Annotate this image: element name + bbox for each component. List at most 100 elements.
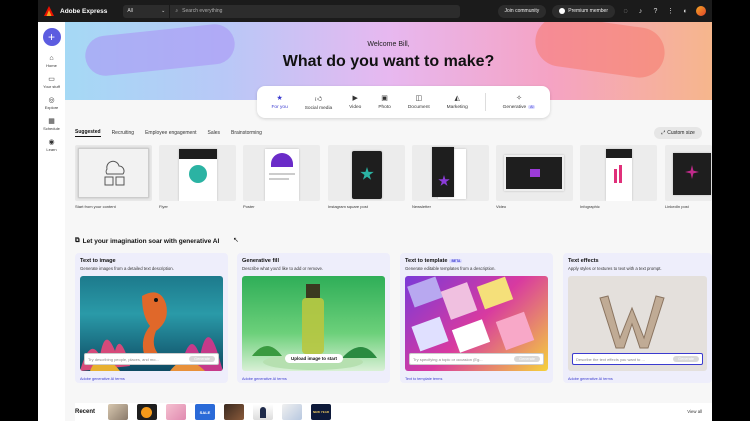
- premium-member-label: Premium member: [568, 8, 608, 14]
- generate-button[interactable]: Generate: [514, 356, 540, 362]
- template-card[interactable]: Infographic: [580, 145, 657, 209]
- toggle-icon[interactable]: ◐: [681, 7, 690, 16]
- tab-generative[interactable]: ✧ Generative AI: [503, 94, 536, 110]
- view-all-link[interactable]: View all: [687, 409, 702, 414]
- avatar[interactable]: [696, 6, 706, 16]
- help-icon[interactable]: ?: [651, 7, 660, 16]
- rail-item-label: Your stuff: [43, 84, 60, 89]
- prompt-placeholder: Try specifying a topic or occasion (Eg..…: [413, 356, 483, 362]
- genai-card-text-to-template[interactable]: Text to template BETA Generate editable t…: [400, 253, 553, 383]
- bulb-icon: ◉: [48, 139, 55, 146]
- create-new-button[interactable]: +: [42, 28, 61, 46]
- category-bar: ★ For you 👍︎ Social media ▶ Video ▣ Phot…: [257, 86, 550, 118]
- top-bar: Adobe Express All ⌄ ⌕ Search everything …: [38, 0, 712, 22]
- sparkle-icon: ✧: [516, 95, 522, 102]
- template-label: Newsletter: [412, 204, 431, 209]
- card-image-text-effect: Describe the text effects you want to ..…: [568, 276, 707, 371]
- template-preview: [243, 145, 320, 201]
- text-to-template-prompt-input[interactable]: Try specifying a topic or occasion (Eg..…: [409, 353, 544, 365]
- tab-photo[interactable]: ▣ Photo: [378, 94, 391, 110]
- bell-icon[interactable]: ♪: [636, 7, 645, 16]
- thumbs-up-icon: 👍︎: [314, 95, 323, 103]
- rail-item-learn[interactable]: ◉ Learn: [46, 138, 56, 152]
- terms-link[interactable]: Adobe generative AI terms: [568, 377, 613, 381]
- recent-thumb[interactable]: [224, 404, 244, 420]
- custom-size-button[interactable]: ⤢ Custom size: [654, 127, 702, 139]
- genai-card-text-to-image[interactable]: Text to image Generate images from a det…: [75, 253, 228, 383]
- card-image-templates: Try specifying a topic or occasion (Eg..…: [405, 276, 548, 371]
- adobe-logo-icon[interactable]: [44, 6, 54, 16]
- recent-thumb[interactable]: [137, 404, 157, 420]
- recent-thumb[interactable]: [253, 404, 273, 420]
- template-preview: [665, 145, 712, 201]
- recent-thumb[interactable]: NEW YEAR: [311, 404, 331, 420]
- play-icon: ▶: [352, 95, 358, 102]
- card-image-bottle: Upload image to start: [242, 276, 385, 371]
- prompt-placeholder: Describe the text effects you want to ..…: [576, 356, 645, 362]
- tab-marketing[interactable]: ◭ Marketing: [447, 94, 468, 110]
- generate-button[interactable]: Generate: [673, 356, 699, 362]
- filter-tab-employee-engagement[interactable]: Employee engagement: [145, 130, 196, 136]
- terms-link[interactable]: Adobe generative AI terms: [80, 377, 125, 381]
- tab-document[interactable]: ◫ Document: [408, 94, 430, 110]
- recent-thumb[interactable]: [108, 404, 128, 420]
- recent-thumb-text: NEW YEAR: [312, 410, 330, 414]
- tab-video[interactable]: ▶ Video: [349, 94, 361, 110]
- rail-item-home[interactable]: ⌂ Home: [46, 55, 57, 68]
- text-to-image-prompt-input[interactable]: Try describing people, places, and mo...…: [84, 353, 219, 365]
- template-card[interactable]: Start from your content: [75, 145, 152, 209]
- card-description: Describe what you'd like to add or remov…: [242, 266, 324, 271]
- template-card[interactable]: Instagram square post: [328, 145, 405, 209]
- star-icon: ★: [276, 95, 283, 102]
- filter-tabs: Suggested Recruiting Employee engagement…: [75, 129, 262, 137]
- template-card[interactable]: Flyer: [159, 145, 236, 209]
- filter-tab-sales[interactable]: Sales: [208, 130, 221, 136]
- search-input[interactable]: ⌕ Search everything: [170, 4, 461, 18]
- text-effects-prompt-input[interactable]: Describe the text effects you want to ..…: [572, 353, 703, 365]
- chat-icon[interactable]: ◌: [621, 7, 630, 16]
- upload-image-button[interactable]: Upload image to start: [285, 354, 344, 363]
- terms-link[interactable]: Text to template terms: [405, 377, 442, 381]
- custom-size-label: Custom size: [667, 130, 695, 136]
- template-card[interactable]: LinkedIn post: [665, 145, 712, 209]
- rail-item-schedule[interactable]: ▦ Schedule: [43, 117, 60, 131]
- template-card[interactable]: Poster: [243, 145, 320, 209]
- recent-thumb-text: SALE: [199, 409, 211, 415]
- search-icon: ⌕: [175, 8, 179, 14]
- recent-thumb[interactable]: SALE: [195, 404, 215, 420]
- premium-member-button[interactable]: Premium member: [552, 4, 615, 18]
- tab-for-you[interactable]: ★ For you: [271, 94, 287, 110]
- template-label: Video: [496, 204, 507, 209]
- template-preview: [75, 145, 152, 201]
- generate-button[interactable]: Generate: [189, 356, 215, 362]
- card-description: Generate images from a detailed text des…: [80, 266, 174, 271]
- rail-item-label: Learn: [46, 147, 57, 152]
- terms-link[interactable]: Adobe generative AI terms: [242, 377, 287, 381]
- template-card[interactable]: Newsletter: [412, 145, 489, 209]
- apps-grid-icon[interactable]: ⋮: [666, 7, 675, 16]
- upload-cloud-icon: [104, 160, 125, 186]
- search-scope-select[interactable]: All ⌄: [123, 4, 170, 18]
- join-community-button[interactable]: Join community: [497, 4, 547, 18]
- tab-social-media[interactable]: 👍︎ Social media: [305, 94, 332, 111]
- template-preview: [412, 145, 489, 201]
- rail-item-your-stuff[interactable]: ▭ Your stuff: [43, 75, 60, 89]
- genai-card-generative-fill[interactable]: Generative fill Describe what you'd like…: [237, 253, 390, 383]
- genai-card-text-effects[interactable]: Text effects Apply styles or textures to…: [563, 253, 712, 383]
- rail-item-label: Home: [46, 63, 57, 68]
- rail-item-explore[interactable]: ◎ Explore: [45, 96, 59, 110]
- app-title[interactable]: Adobe Express: [60, 8, 107, 15]
- recent-thumb[interactable]: [282, 404, 302, 420]
- filter-tab-recruiting[interactable]: Recruiting: [112, 130, 135, 136]
- beta-badge: BETA: [449, 258, 463, 263]
- rail-item-label: Schedule: [43, 126, 60, 131]
- template-card[interactable]: Video: [496, 145, 573, 209]
- filter-tab-suggested[interactable]: Suggested: [75, 129, 101, 137]
- tab-label: For you: [271, 105, 288, 110]
- document-icon: ◫: [415, 95, 423, 102]
- page-title: What do you want to make?: [282, 53, 495, 70]
- template-carousel: Start from your content Flyer Poster Ins…: [75, 145, 712, 233]
- welcome-text: Welcome Bill,: [367, 41, 410, 48]
- filter-tab-brainstorming[interactable]: Brainstorming: [231, 130, 262, 136]
- recent-thumb[interactable]: [166, 404, 186, 420]
